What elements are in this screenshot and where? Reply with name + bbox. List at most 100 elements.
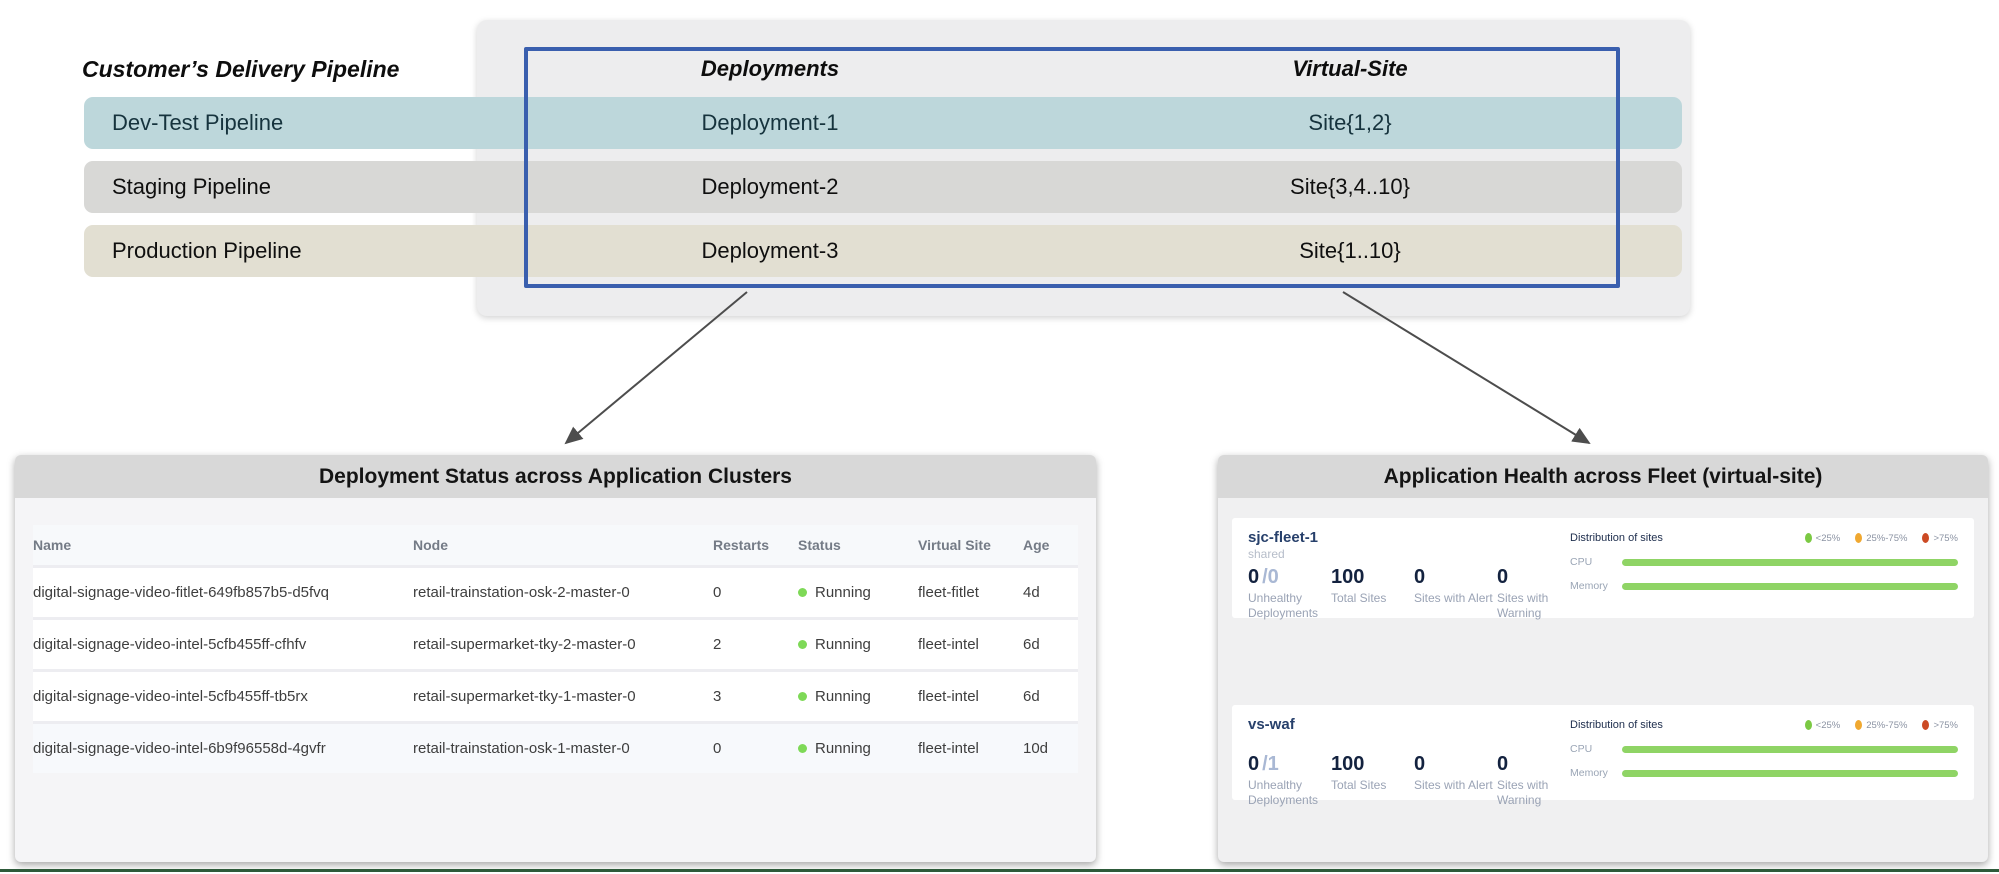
stat-label: Unhealthy Deployments bbox=[1248, 591, 1328, 621]
cpu-bar-fill bbox=[1622, 746, 1958, 753]
cell-node: retail-trainstation-osk-2-master-0 bbox=[413, 584, 713, 601]
legend-label: >75% bbox=[1933, 533, 1958, 544]
status-dot bbox=[798, 692, 807, 701]
cell-status: Running bbox=[798, 584, 918, 601]
stat-sites-alert: 0 Sites with Alert bbox=[1414, 753, 1497, 808]
total-sites-count: 100 bbox=[1331, 566, 1414, 588]
legend-label: >75% bbox=[1933, 720, 1958, 731]
memory-label: Memory bbox=[1570, 580, 1622, 592]
cell-status: Running bbox=[798, 740, 918, 757]
legend-item: <25% bbox=[1805, 533, 1841, 544]
header-cell-status: Status bbox=[798, 537, 918, 553]
usage-legend: <25% 25%-75% >75% bbox=[1805, 533, 1958, 544]
stat-label: Sites with Alert bbox=[1414, 591, 1497, 606]
legend-dot-green bbox=[1805, 533, 1812, 543]
cpu-label: CPU bbox=[1570, 556, 1622, 568]
sites-warning-count: 0 bbox=[1497, 566, 1563, 588]
pipeline-name: Dev-Test Pipeline bbox=[112, 110, 283, 136]
legend-item: <25% bbox=[1805, 720, 1841, 731]
stat-label: Sites with Warning bbox=[1497, 778, 1563, 808]
legend-dot-orange bbox=[1855, 720, 1862, 730]
status-text: Running bbox=[815, 584, 871, 601]
cell-restarts: 0 bbox=[713, 740, 798, 757]
memory-bar-fill bbox=[1622, 583, 1958, 590]
legend-dot-orange bbox=[1855, 533, 1862, 543]
cell-node: retail-trainstation-osk-1-master-0 bbox=[413, 740, 713, 757]
card-name: vs-waf bbox=[1248, 716, 1566, 733]
stat-sites-warning: 0 Sites with Warning bbox=[1497, 753, 1563, 808]
cell-name: digital-signage-video-intel-5cfb455ff-cf… bbox=[33, 636, 413, 653]
cell-restarts: 3 bbox=[713, 688, 798, 705]
status-text: Running bbox=[815, 740, 871, 757]
cell-restarts: 0 bbox=[713, 584, 798, 601]
cell-node: retail-supermarket-tky-1-master-0 bbox=[413, 688, 713, 705]
unhealthy-total: /0 bbox=[1262, 566, 1279, 588]
status-text: Running bbox=[815, 636, 871, 653]
unhealthy-count: 0 bbox=[1248, 753, 1259, 775]
legend-dot-green bbox=[1805, 720, 1812, 730]
legend-item: 25%-75% bbox=[1855, 720, 1907, 731]
cell-status: Running bbox=[798, 636, 918, 653]
legend-item: 25%-75% bbox=[1855, 533, 1907, 544]
sites-alert-count: 0 bbox=[1414, 566, 1497, 588]
memory-label: Memory bbox=[1570, 767, 1622, 779]
usage-legend: <25% 25%-75% >75% bbox=[1805, 720, 1958, 731]
memory-bar bbox=[1622, 770, 1958, 777]
cell-age: 6d bbox=[1023, 688, 1078, 705]
stat-label: Unhealthy Deployments bbox=[1248, 778, 1328, 808]
unhealthy-count: 0 bbox=[1248, 566, 1259, 588]
deployment-status-panel: Deployment Status across Application Clu… bbox=[15, 455, 1096, 862]
highlight-box bbox=[524, 47, 1620, 288]
cell-name: digital-signage-video-intel-6b9f96558d-4… bbox=[33, 740, 413, 757]
distribution-title: Distribution of sites bbox=[1570, 532, 1663, 544]
header-cell-node: Node bbox=[413, 537, 713, 553]
legend-label: 25%-75% bbox=[1866, 720, 1907, 731]
cell-name: digital-signage-video-intel-5cfb455ff-tb… bbox=[33, 688, 413, 705]
cell-virtual-site: fleet-intel bbox=[918, 636, 1023, 653]
legend-dot-red bbox=[1922, 720, 1929, 730]
cell-age: 4d bbox=[1023, 584, 1078, 601]
table-row: digital-signage-video-fitlet-649fb857b5-… bbox=[33, 565, 1078, 617]
cell-virtual-site: fleet-intel bbox=[918, 740, 1023, 757]
cpu-label: CPU bbox=[1570, 743, 1622, 755]
stat-unhealthy: 0/1 Unhealthy Deployments bbox=[1248, 753, 1331, 808]
stat-sites-alert: 0 Sites with Alert bbox=[1414, 566, 1497, 621]
card-subtitle bbox=[1248, 734, 1566, 748]
distribution-title: Distribution of sites bbox=[1570, 719, 1663, 731]
cpu-bar bbox=[1622, 746, 1958, 753]
cell-virtual-site: fleet-fitlet bbox=[918, 584, 1023, 601]
header-cell-name: Name bbox=[33, 537, 413, 553]
pipeline-name: Production Pipeline bbox=[112, 238, 302, 264]
status-dot bbox=[798, 640, 807, 649]
unhealthy-total: /1 bbox=[1262, 753, 1279, 775]
cpu-bar-fill bbox=[1622, 559, 1958, 566]
table-row: digital-signage-video-intel-6b9f96558d-4… bbox=[33, 721, 1078, 773]
health-card-vs-waf: vs-waf 0/1 Unhealthy Deployments 100 Tot… bbox=[1232, 705, 1974, 800]
total-sites-count: 100 bbox=[1331, 753, 1414, 775]
stat-label: Total Sites bbox=[1331, 778, 1414, 793]
table-row: digital-signage-video-intel-5cfb455ff-cf… bbox=[33, 617, 1078, 669]
app-health-panel-title: Application Health across Fleet (virtual… bbox=[1218, 455, 1988, 498]
legend-dot-red bbox=[1922, 533, 1929, 543]
header-cell-restarts: Restarts bbox=[713, 537, 798, 553]
legend-label: <25% bbox=[1816, 720, 1841, 731]
sites-warning-count: 0 bbox=[1497, 753, 1563, 775]
cell-status: Running bbox=[798, 688, 918, 705]
legend-label: <25% bbox=[1816, 533, 1841, 544]
cell-node: retail-supermarket-tky-2-master-0 bbox=[413, 636, 713, 653]
stat-sites-warning: 0 Sites with Warning bbox=[1497, 566, 1563, 621]
status-dot bbox=[798, 588, 807, 597]
cpu-bar bbox=[1622, 559, 1958, 566]
memory-bar-fill bbox=[1622, 770, 1958, 777]
table-row: digital-signage-video-intel-5cfb455ff-tb… bbox=[33, 669, 1078, 721]
card-name: sjc-fleet-1 bbox=[1248, 529, 1566, 546]
app-health-panel: Application Health across Fleet (virtual… bbox=[1218, 455, 1988, 862]
legend-label: 25%-75% bbox=[1866, 533, 1907, 544]
health-card-sjc-fleet-1: sjc-fleet-1 shared 0/0 Unhealthy Deploym… bbox=[1232, 518, 1974, 618]
sites-alert-count: 0 bbox=[1414, 753, 1497, 775]
legend-item: >75% bbox=[1922, 533, 1958, 544]
stat-total-sites: 100 Total Sites bbox=[1331, 753, 1414, 808]
cell-age: 10d bbox=[1023, 740, 1078, 757]
pipeline-name: Staging Pipeline bbox=[112, 174, 271, 200]
header-cell-virtual-site: Virtual Site bbox=[918, 537, 1023, 553]
